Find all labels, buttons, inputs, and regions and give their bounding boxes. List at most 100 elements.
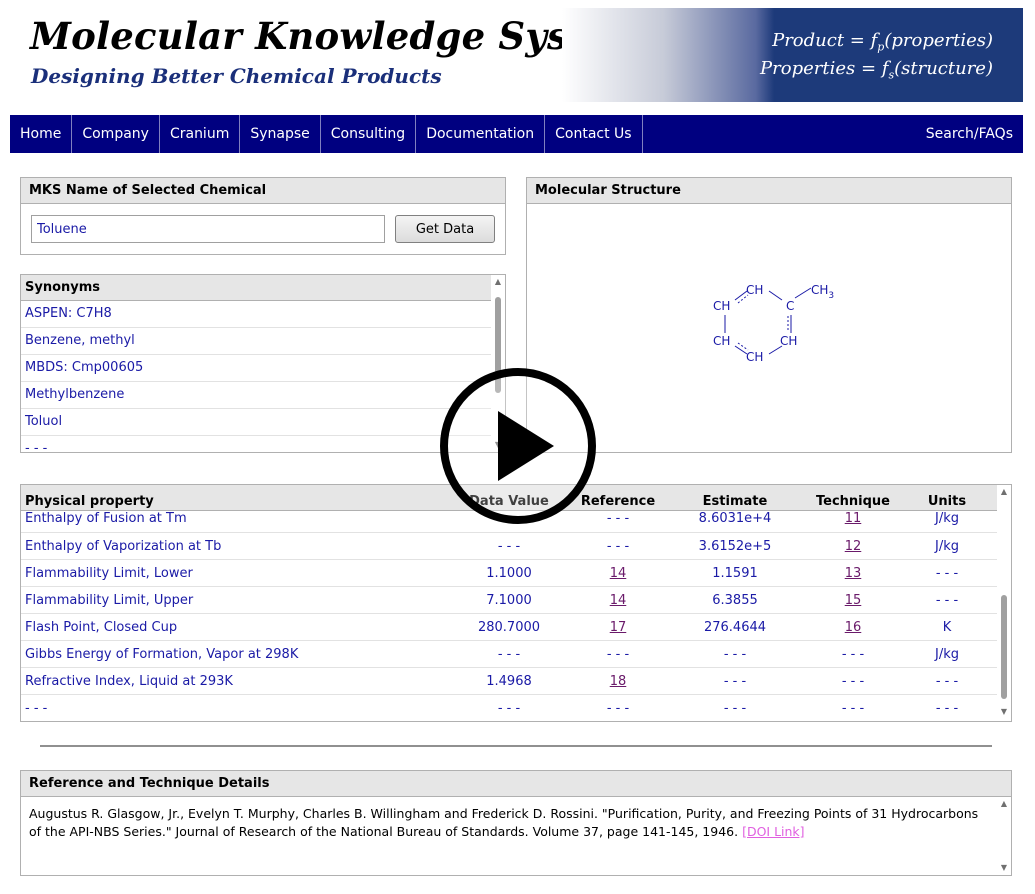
atom-ch-bottom: CH (746, 350, 763, 364)
play-button-icon[interactable] (438, 366, 598, 526)
row-estimate: 6.3855 (712, 592, 758, 608)
doi-link[interactable]: [DOI Link] (742, 824, 804, 839)
formula-properties-right: (structure) (894, 58, 993, 79)
table-row: Refractive Index, Liquid at 293K 1.4968 … (21, 668, 999, 695)
row-property-link[interactable]: Enthalpy of Fusion at Tm (21, 511, 442, 526)
nav-company[interactable]: Company (72, 115, 160, 153)
chemical-name-heading: MKS Name of Selected Chemical (21, 178, 505, 204)
row-data-value: 280.7000 (477, 619, 541, 635)
brand-tagline: Designing Better Chemical Products (31, 64, 442, 88)
row-technique-link[interactable]: 12 (845, 539, 862, 554)
row-units: - - - (935, 673, 959, 689)
row-technique-link[interactable]: 13 (845, 566, 862, 581)
row-reference-link[interactable]: 14 (610, 593, 627, 608)
formula-banner: Product = fp(properties) Properties = fs… (562, 8, 1023, 102)
row-estimate: 3.6152e+5 (698, 538, 772, 554)
table-row: Flammability Limit, Upper 7.1000 14 6.38… (21, 587, 999, 614)
row-reference-link[interactable]: 17 (610, 620, 627, 635)
scroll-thumb[interactable] (1001, 595, 1007, 699)
table-row: Flammability Limit, Lower 1.1000 14 1.15… (21, 560, 999, 587)
synonym-item[interactable]: Methylbenzene (21, 382, 491, 409)
nav-synapse[interactable]: Synapse (240, 115, 321, 153)
col-estimate[interactable]: Estimate (660, 494, 810, 509)
row-estimate: - - - (723, 673, 747, 689)
synonym-item[interactable]: ASPEN: C7H8 (21, 301, 491, 328)
site-header: Molecular Knowledge Systems Designing Be… (10, 8, 1023, 102)
row-data-value: - - - (497, 700, 521, 716)
table-row: - - - - - - - - - - - - - - - - - - (21, 695, 999, 721)
formula-product-left: Product = (772, 30, 871, 51)
row-reference: - - - (606, 700, 630, 716)
scroll-down-icon[interactable]: ▼ (997, 861, 1011, 875)
scroll-up-icon[interactable]: ▲ (997, 485, 1011, 499)
atom-ch-right-bottom: CH (780, 334, 797, 348)
reference-scrollbar[interactable]: ▲ ▼ (997, 797, 1011, 875)
reference-citation: Augustus R. Glasgow, Jr., Evelyn T. Murp… (29, 806, 979, 839)
row-units: J/kg (935, 511, 959, 526)
nav-cranium[interactable]: Cranium (160, 115, 241, 153)
reference-details-text: Augustus R. Glasgow, Jr., Evelyn T. Murp… (21, 797, 1011, 841)
row-technique: - - - (841, 673, 865, 689)
row-property-link[interactable]: - - - (21, 701, 442, 716)
row-technique: - - - (841, 700, 865, 716)
row-property-link[interactable]: Flash Point, Closed Cup (21, 620, 442, 635)
row-technique-link[interactable]: 11 (845, 511, 862, 526)
row-estimate: 276.4644 (703, 619, 767, 635)
col-physical-property[interactable]: Physical property (21, 494, 442, 509)
synonym-item[interactable]: Toluol (21, 409, 491, 436)
col-units[interactable]: Units (896, 494, 998, 509)
row-technique-link[interactable]: 16 (845, 620, 862, 635)
row-estimate: 1.1591 (712, 565, 758, 581)
row-reference: - - - (606, 538, 630, 554)
synonyms-heading: Synonyms (21, 275, 505, 301)
nav-contact-us[interactable]: Contact Us (545, 115, 643, 153)
synonym-item[interactable]: Benzene, methyl (21, 328, 491, 355)
chemical-name-input[interactable] (31, 215, 385, 243)
row-data-value: 7.1000 (486, 592, 532, 608)
row-technique-link[interactable]: 15 (845, 593, 862, 608)
nav-documentation[interactable]: Documentation (416, 115, 546, 153)
scroll-down-icon[interactable]: ▼ (997, 705, 1011, 719)
row-property-link[interactable]: Gibbs Energy of Formation, Vapor at 298K (21, 647, 442, 662)
synonym-item[interactable]: - - - (21, 436, 491, 452)
toluene-structure-diagram: CH CH C CH3 CH CH CH (713, 283, 834, 364)
formula-properties: Properties = fs(structure) (760, 58, 993, 82)
row-units: - - - (935, 700, 959, 716)
atom-ch-left-top: CH (713, 299, 730, 313)
nav-home[interactable]: Home (10, 115, 73, 153)
synonym-item[interactable]: MBDS: Cmp00605 (21, 355, 491, 382)
scroll-up-icon[interactable]: ▲ (997, 797, 1011, 811)
formula-properties-left: Properties = (760, 58, 882, 79)
row-data-value: - - - (497, 646, 521, 662)
col-technique[interactable]: Technique (810, 494, 896, 509)
row-estimate: - - - (723, 646, 747, 662)
row-units: - - - (935, 592, 959, 608)
row-data-value: - - - (497, 538, 521, 554)
atom-ch3-sub: 3 (828, 291, 834, 301)
row-reference-link[interactable]: 18 (610, 674, 627, 689)
nav-consulting[interactable]: Consulting (321, 115, 417, 153)
molecular-structure-heading: Molecular Structure (527, 178, 1011, 204)
scroll-up-icon[interactable]: ▲ (491, 275, 505, 289)
atom-ch-left-bottom: CH (713, 334, 730, 348)
table-row: Enthalpy of Vaporization at Tb - - - - -… (21, 533, 999, 560)
nav-search-faqs[interactable]: Search/FAQs (916, 115, 1023, 153)
row-estimate: 8.6031e+4 (698, 511, 772, 526)
row-units: - - - (935, 565, 959, 581)
table-row: Gibbs Energy of Formation, Vapor at 298K… (21, 641, 999, 668)
row-property-link[interactable]: Refractive Index, Liquid at 293K (21, 674, 442, 689)
row-reference-link[interactable]: 14 (610, 566, 627, 581)
atom-ch3: CH3 (811, 283, 834, 301)
row-property-link[interactable]: Enthalpy of Vaporization at Tb (21, 539, 442, 554)
reference-details-heading: Reference and Technique Details (21, 771, 1011, 797)
chemical-name-panel: MKS Name of Selected Chemical Get Data (20, 177, 506, 255)
row-data-value: 1.4968 (486, 673, 532, 689)
row-units: K (942, 619, 952, 635)
row-property-link[interactable]: Flammability Limit, Lower (21, 566, 442, 581)
properties-scrollbar[interactable]: ▲ ▼ (997, 485, 1011, 721)
get-data-button[interactable]: Get Data (395, 215, 495, 243)
row-property-link[interactable]: Flammability Limit, Upper (21, 593, 442, 608)
row-estimate: - - - (723, 700, 747, 716)
table-row: Flash Point, Closed Cup 280.7000 17 276.… (21, 614, 999, 641)
